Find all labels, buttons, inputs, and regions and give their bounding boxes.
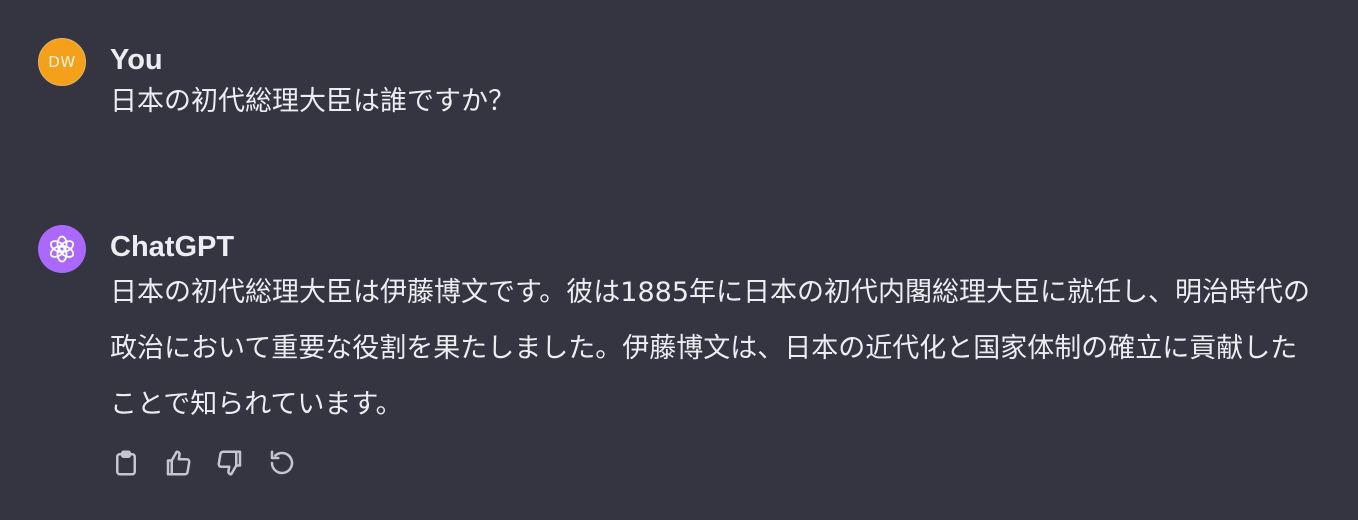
- user-message: DW You 日本の初代総理大臣は誰ですか？: [38, 38, 1328, 130]
- assistant-message: ChatGPT 日本の初代総理大臣は伊藤博文です。彼は1885年に日本の初代内閣…: [38, 225, 1328, 479]
- regenerate-icon: [270, 450, 294, 475]
- assistant-avatar: [38, 225, 86, 273]
- assistant-message-body: ChatGPT 日本の初代総理大臣は伊藤博文です。彼は1885年に日本の初代内閣…: [110, 225, 1328, 479]
- user-avatar: DW: [38, 38, 86, 86]
- assistant-message-text: 日本の初代総理大臣は伊藤博文です。彼は1885年に日本の初代内閣総理大臣に就任し…: [110, 277, 1311, 420]
- message-actions: [110, 447, 1328, 479]
- assistant-name: ChatGPT: [110, 231, 235, 263]
- conversation: DW You 日本の初代総理大臣は誰ですか？ ChatGPT 日本の初代総理大臣…: [0, 0, 1358, 520]
- regenerate-button[interactable]: [266, 447, 298, 479]
- openai-logo-icon: [49, 235, 75, 263]
- clipboard-icon: [116, 450, 136, 476]
- avatar-initials: DW: [48, 53, 76, 71]
- thumbs-down-icon: [217, 450, 242, 476]
- thumbs-down-button[interactable]: [214, 447, 246, 479]
- user-message-body: You 日本の初代総理大臣は誰ですか？: [110, 38, 1328, 130]
- user-message-text: 日本の初代総理大臣は誰ですか？: [110, 86, 515, 117]
- thumbs-up-button[interactable]: [162, 447, 194, 479]
- copy-button[interactable]: [110, 447, 142, 479]
- thumbs-up-icon: [166, 450, 191, 476]
